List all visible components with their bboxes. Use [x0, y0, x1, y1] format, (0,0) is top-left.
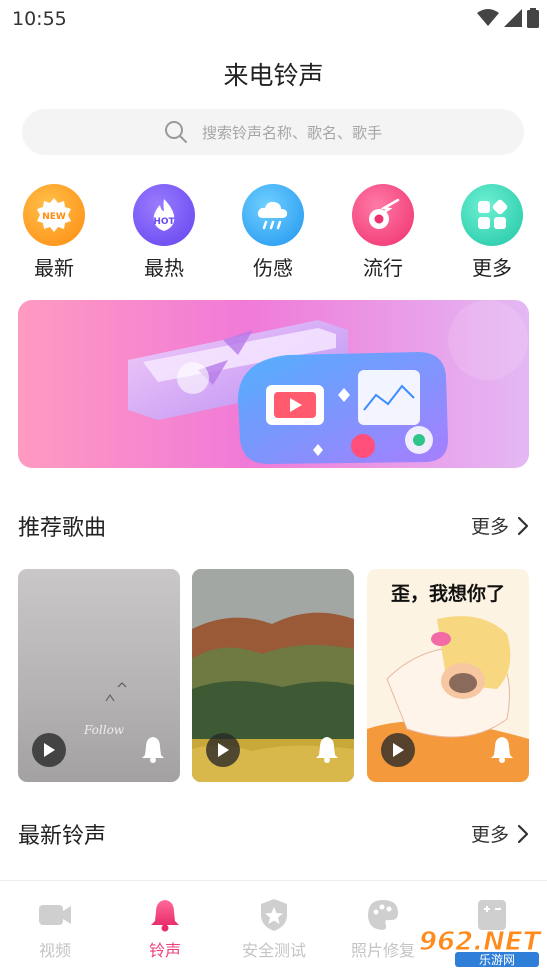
tab-safety-test[interactable]: 安全测试	[219, 897, 329, 961]
bell-icon	[142, 737, 164, 763]
more-label: 更多	[470, 824, 509, 846]
play-button[interactable]	[206, 733, 240, 767]
hot-flame-icon: HOT	[133, 184, 195, 246]
status-time: 10:55	[12, 8, 67, 30]
section-title: 最新铃声	[18, 824, 107, 849]
tab-video[interactable]: 视频	[0, 897, 110, 961]
palette-icon	[368, 900, 398, 930]
category-popular[interactable]: 流行	[338, 184, 428, 281]
shield-star-icon	[261, 899, 287, 931]
tab-label: 视频	[38, 941, 71, 960]
battery-icon	[527, 8, 539, 28]
category-newest[interactable]: NEW 最新	[9, 184, 99, 281]
chevron-right-icon	[517, 824, 529, 843]
svg-text:NEW: NEW	[42, 212, 66, 222]
page-title: 来电铃声	[223, 61, 324, 90]
set-ringtone-button[interactable]	[489, 735, 515, 767]
signal-icon	[504, 9, 522, 27]
category-hottest[interactable]: HOT 最热	[119, 184, 209, 281]
category-label: 伤感	[253, 256, 293, 280]
video-camera-icon	[39, 905, 71, 925]
set-ringtone-button[interactable]	[140, 735, 166, 767]
tab-ringtone[interactable]: 铃声	[110, 897, 220, 961]
tab-label: 安全测试	[241, 941, 306, 960]
song-card[interactable]: 歪，我想你了	[367, 569, 529, 782]
play-button[interactable]	[32, 733, 66, 767]
chevron-right-icon	[517, 516, 529, 535]
play-icon	[218, 743, 229, 757]
category-label: 最新	[34, 256, 74, 280]
search-bar[interactable]: 搜索铃声名称、歌名、歌手	[22, 109, 524, 155]
section-title: 推荐歌曲	[18, 516, 107, 541]
category-label: 流行	[363, 256, 403, 280]
wifi-icon	[477, 9, 499, 26]
bell-icon	[151, 900, 179, 932]
grid-apps-icon	[461, 184, 523, 246]
search-placeholder: 搜索铃声名称、歌名、歌手	[201, 123, 382, 142]
category-row: NEW 最新 HOT 最热 伤感 流行 更多	[0, 184, 547, 280]
category-label: 最热	[144, 256, 184, 280]
rain-cloud-icon	[242, 184, 304, 246]
bell-icon	[316, 737, 338, 763]
bell-icon	[491, 737, 513, 763]
site-watermark: 962.NET 乐游网	[415, 924, 543, 968]
tab-label: 铃声	[148, 941, 181, 960]
promo-banner[interactable]	[18, 300, 529, 468]
status-bar: 10:55	[0, 0, 547, 38]
play-button[interactable]	[381, 733, 415, 767]
card-caption: 歪，我想你了	[390, 583, 505, 605]
song-card[interactable]: Follow	[18, 569, 180, 782]
latest-more-button[interactable]: 更多	[471, 820, 529, 847]
category-sad[interactable]: 伤感	[228, 184, 318, 281]
recommended-header: 推荐歌曲 更多	[18, 510, 529, 541]
recommended-cards: Follow 歪，我想你了	[18, 569, 529, 782]
comet-icon	[352, 184, 414, 246]
category-more[interactable]: 更多	[447, 184, 537, 281]
recommended-more-button[interactable]: 更多	[471, 512, 529, 539]
play-icon	[44, 743, 55, 757]
set-ringtone-button[interactable]	[314, 735, 340, 767]
category-label: 更多	[472, 256, 512, 280]
status-icons	[477, 8, 539, 28]
svg-text:乐游网: 乐游网	[479, 953, 515, 967]
more-label: 更多	[470, 516, 509, 538]
latest-header: 最新铃声 更多	[18, 818, 529, 849]
svg-text:HOT: HOT	[153, 217, 175, 227]
watermark-logo: 962.NET 乐游网	[419, 927, 543, 967]
card-caption: Follow	[83, 723, 125, 737]
search-icon	[164, 121, 187, 143]
play-icon	[393, 743, 404, 757]
banner-illustration	[18, 300, 529, 468]
new-badge-icon: NEW	[23, 184, 85, 246]
song-card[interactable]	[192, 569, 354, 782]
